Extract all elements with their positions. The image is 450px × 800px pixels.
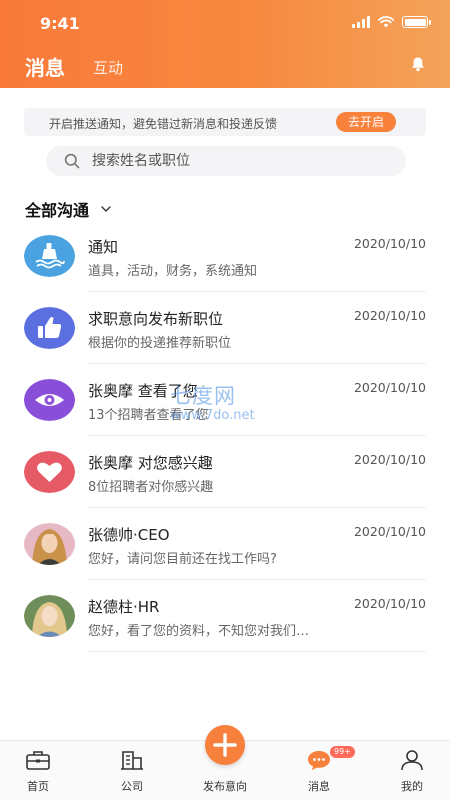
tab-messages-label: 消息	[308, 780, 330, 793]
tab-home-label: 首页	[27, 780, 49, 793]
list-item[interactable]: 张奥摩 查看了您 13个招聘者查看了您 2020/10/10	[0, 364, 450, 436]
signal-icon	[352, 16, 370, 28]
message-preview: 13个招聘者查看了您	[88, 408, 209, 423]
message-preview: 您好，看了您的资料，不知您对我们…	[88, 624, 310, 639]
push-notice-bar: 开启推送通知，避免错过新消息和投递反馈 去开启	[24, 108, 426, 136]
battery-icon	[402, 16, 431, 28]
search-input[interactable]	[92, 146, 392, 176]
message-time: 2020/10/10	[353, 524, 426, 539]
message-sender: 张奥摩 查看了您	[88, 382, 198, 400]
tab-company[interactable]: 公司	[97, 741, 167, 800]
message-time: 2020/10/10	[353, 380, 426, 395]
app-header: 9:41 消息 互动	[0, 0, 450, 88]
chevron-down-icon	[101, 206, 111, 212]
avatar	[24, 523, 75, 565]
tab-company-label: 公司	[121, 780, 143, 793]
list-item[interactable]: 赵德柱·HR 您好，看了您的资料，不知您对我们… 2020/10/10	[0, 580, 450, 652]
tab-interaction[interactable]: 互动	[93, 57, 123, 78]
tab-messages-title[interactable]: 消息	[25, 52, 65, 81]
heart-icon	[24, 451, 75, 493]
user-icon	[401, 750, 423, 771]
message-time: 2020/10/10	[353, 452, 426, 467]
message-preview: 8位招聘者对你感兴趣	[88, 480, 214, 495]
message-time: 2020/10/10	[353, 236, 426, 251]
publish-button[interactable]	[205, 725, 245, 765]
filter-label: 全部沟通	[25, 201, 90, 220]
notification-icon	[24, 235, 75, 277]
building-icon	[121, 751, 143, 770]
message-sender: 赵德柱·HR	[88, 598, 160, 616]
avatar	[24, 595, 75, 637]
list-item[interactable]: 求职意向发布新职位 根据你的投递推荐新职位 2020/10/10	[0, 292, 450, 364]
unread-badge: 99+	[330, 746, 355, 758]
thumbs-up-icon	[24, 307, 75, 349]
wifi-icon	[378, 16, 394, 28]
list-item[interactable]: 张德帅·CEO 您好，请问您目前还在找工作吗? 2020/10/10	[0, 508, 450, 580]
status-icons	[352, 16, 431, 28]
tab-messages[interactable]: 99+ 消息	[284, 741, 355, 800]
eye-icon	[24, 379, 75, 421]
message-list: 通知 道具，活动，财务，系统通知 2020/10/10 求职意向发布新职位 根据…	[0, 220, 450, 652]
bottom-tab-bar: 首页 公司 发布意向 99+ 消息 我的	[0, 725, 450, 800]
message-sender: 张奥摩 对您感兴趣	[88, 454, 213, 472]
plus-icon	[213, 733, 237, 757]
bell-icon[interactable]	[410, 56, 426, 72]
tab-home[interactable]: 首页	[3, 741, 73, 800]
message-sender: 求职意向发布新职位	[88, 310, 224, 328]
tab-mine-label: 我的	[401, 780, 423, 793]
tab-publish[interactable]: 发布意向	[190, 725, 260, 800]
push-notice-text: 开启推送通知，避免错过新消息和投递反馈	[49, 117, 278, 131]
search-bar[interactable]	[46, 146, 406, 176]
conversation-filter[interactable]: 全部沟通	[25, 197, 111, 221]
message-time: 2020/10/10	[353, 596, 426, 611]
list-item[interactable]: 张奥摩 对您感兴趣 8位招聘者对你感兴趣 2020/10/10	[0, 436, 450, 508]
message-time: 2020/10/10	[353, 308, 426, 323]
status-time: 9:41	[40, 14, 80, 33]
message-sender: 张德帅·CEO	[88, 526, 170, 544]
status-bar: 9:41	[0, 12, 450, 36]
message-preview: 道具，活动，财务，系统通知	[88, 264, 258, 279]
chat-bubble-icon	[308, 751, 330, 770]
briefcase-icon	[26, 751, 50, 770]
enable-push-button[interactable]: 去开启	[336, 112, 396, 132]
tab-publish-label: 发布意向	[203, 780, 247, 793]
message-preview: 您好，请问您目前还在找工作吗?	[88, 552, 277, 567]
tab-mine[interactable]: 我的	[377, 741, 447, 800]
message-preview: 根据你的投递推荐新职位	[88, 336, 232, 351]
message-sender: 通知	[88, 238, 119, 256]
list-item[interactable]: 通知 道具，活动，财务，系统通知 2020/10/10	[0, 220, 450, 292]
search-icon	[64, 153, 80, 169]
